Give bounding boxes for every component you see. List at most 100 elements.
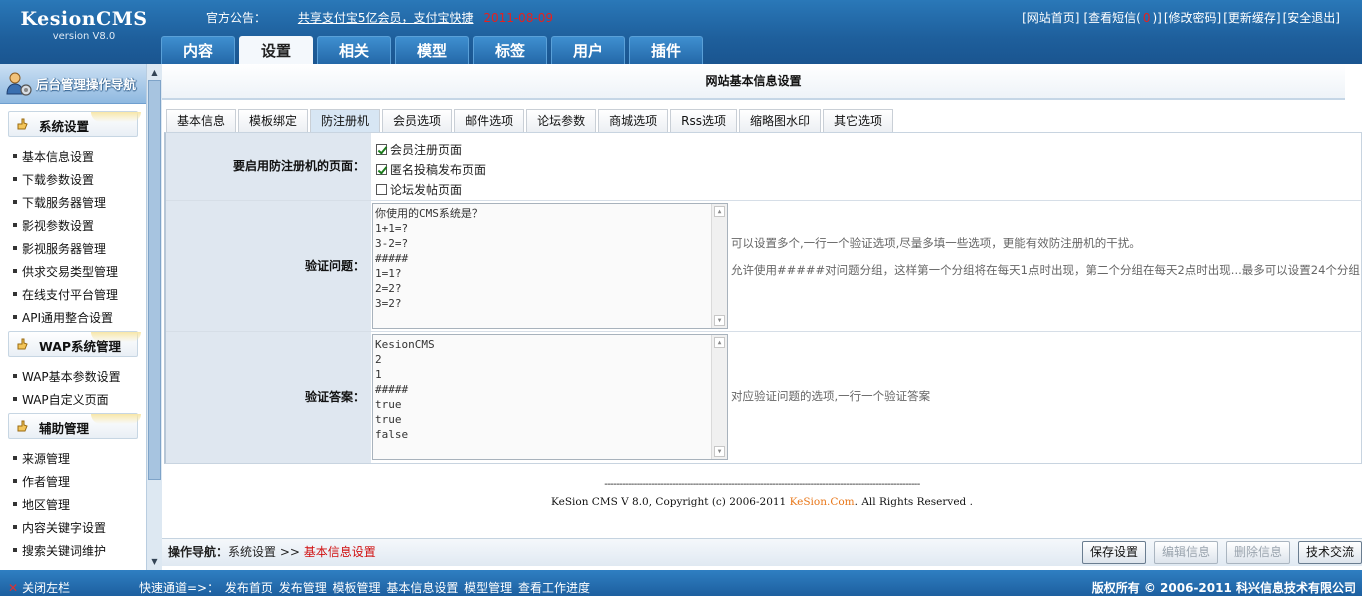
tab-users[interactable]: 用户 xyxy=(551,36,625,64)
checkbox-checked-icon[interactable] xyxy=(376,144,387,155)
subtab-member[interactable]: 会员选项 xyxy=(382,109,453,132)
hand-icon xyxy=(17,118,28,130)
tab-settings[interactable]: 设置 xyxy=(239,36,313,64)
scroll-down-icon[interactable]: ▼ xyxy=(714,315,725,326)
edit-button[interactable]: 编辑信息 xyxy=(1154,541,1219,564)
sidebar-section-aux[interactable]: 辅助管理 xyxy=(8,413,141,439)
subtab-mail[interactable]: 邮件选项 xyxy=(454,109,525,132)
enable-pages-label: 要启用防注册机的页面： xyxy=(166,133,371,200)
scroll-up-icon[interactable]: ▲ xyxy=(714,206,725,217)
answer-textarea[interactable]: KesionCMS 2 1 ##### true true false ▲ ▼ xyxy=(372,334,728,460)
breadcrumb-label: 操作导航： xyxy=(168,545,229,559)
question-desc: 可以设置多个,一行一个验证选项,尽量多填一些选项，更能有效防注册机的干扰。 允许使… xyxy=(731,235,1361,278)
scroll-up-icon[interactable]: ▲ xyxy=(714,337,725,348)
update-cache-link[interactable]: [更新缓存] xyxy=(1223,11,1280,25)
sidebar-item-video-servers[interactable]: 影视服务器管理 xyxy=(12,240,106,257)
close-sidebar-label: 关闭左栏 xyxy=(22,581,71,595)
notice-date: 2011-08-09 xyxy=(483,11,554,25)
sidebar-item-trade-types[interactable]: 供求交易类型管理 xyxy=(12,263,118,280)
question-label: 验证问题： xyxy=(166,201,371,331)
subtab-forum[interactable]: 论坛参数 xyxy=(526,109,597,132)
textarea-scrollbar[interactable]: ▲ ▼ xyxy=(711,204,727,328)
sidebar-title: 后台管理操作导航 xyxy=(36,77,137,92)
subtab-template[interactable]: 模板绑定 xyxy=(238,109,309,132)
quick-links[interactable]: 快速通道=>： 发布首页 发布管理 模板管理 基本信息设置 模型管理 查看工作进… xyxy=(139,579,590,596)
textarea-scrollbar[interactable]: ▲ ▼ xyxy=(711,335,727,459)
question-textarea[interactable]: 你使用的CMS系统是？ 1+1=? 3-2=? ##### 1=1? 2=2? … xyxy=(372,203,728,329)
sidebar-item-authors[interactable]: 作者管理 xyxy=(12,473,70,490)
users-gear-icon xyxy=(6,72,32,96)
copyright-divider: ----------------------------------------… xyxy=(604,478,920,490)
copyright-post: . All Rights Reserved . xyxy=(854,496,973,508)
sidebar-item-regions[interactable]: 地区管理 xyxy=(12,496,70,513)
page-title: 网站基本信息设置 xyxy=(162,64,1345,100)
subtab-watermark[interactable]: 缩略图水印 xyxy=(738,109,821,132)
form-row-answer: 验证答案： KesionCMS 2 1 ##### true true fals… xyxy=(166,332,1362,464)
footer-bar: ✕ 关闭左栏 快速通道=>： 发布首页 发布管理 模板管理 基本信息设置 模型管理… xyxy=(0,570,1362,596)
tab-content[interactable]: 内容 xyxy=(161,36,235,64)
support-button[interactable]: 技术交流 xyxy=(1298,541,1362,564)
tab-labels[interactable]: 标签 xyxy=(473,36,547,64)
sidebar-item-keywords[interactable]: 内容关键字设置 xyxy=(12,519,106,536)
delete-button[interactable]: 删除信息 xyxy=(1226,541,1291,564)
app-logo: KesionCMS version V8.0 xyxy=(14,8,154,42)
subtab-rss[interactable]: Rss选项 xyxy=(670,109,737,132)
sidebar-section-wap[interactable]: WAP系统管理 xyxy=(8,331,141,357)
sidebar-item-basic-info[interactable]: 基本信息设置 xyxy=(12,148,94,165)
copyright-pre: KeSion CMS V 8.0, Copyright (c) 2006-201… xyxy=(551,496,790,508)
view-sms-link[interactable]: [查看短信(0)] xyxy=(1081,11,1161,25)
checkbox-forum-post[interactable]: 论坛发帖页面 xyxy=(376,181,462,198)
sidebar-header: 后台管理操作导航 xyxy=(0,64,146,104)
notice-bar: 官方公告： 共享支付宝5亿会员，支付宝快捷 2011-08-09 xyxy=(206,9,553,26)
sidebar-item-search-keywords[interactable]: 搜索关键词维护 xyxy=(12,542,106,559)
sidebar-scrollbar[interactable]: ▲ ▼ xyxy=(146,64,162,570)
sub-tabs: 基本信息 模板绑定 防注册机 会员选项 邮件选项 论坛参数 商城选项 Rss选项 缩略图水印 其它… xyxy=(166,109,895,132)
section-title: 辅助管理 xyxy=(39,421,90,436)
checkbox-checked-icon[interactable] xyxy=(376,164,387,175)
sidebar-section-system[interactable]: 系统设置 xyxy=(8,111,141,137)
sidebar-item-sources[interactable]: 来源管理 xyxy=(12,450,70,467)
checkbox-anon-post[interactable]: 匿名投稿发布页面 xyxy=(376,161,486,178)
scroll-up-icon[interactable]: ▲ xyxy=(148,66,161,79)
sidebar-item-download-servers[interactable]: 下载服务器管理 xyxy=(12,194,106,211)
footer-copyright: 版权所有 © 2006-2011 科兴信息技术有限公司 xyxy=(1091,581,1356,595)
sidebar-item-wap-params[interactable]: WAP基本参数设置 xyxy=(13,368,121,385)
breadcrumb: 操作导航：系统设置 >> 基本信息设置 xyxy=(168,543,376,560)
sms-count: 0 xyxy=(1142,11,1151,25)
site-home-link[interactable]: [网站首页] xyxy=(1022,11,1079,25)
subtab-shop[interactable]: 商城选项 xyxy=(598,109,669,132)
question-text: 你使用的CMS系统是？ 1+1=? 3-2=? ##### 1=1? 2=2? … xyxy=(375,207,483,310)
section-title: 系统设置 xyxy=(39,119,90,134)
checkbox-member-register[interactable]: 会员注册页面 xyxy=(376,141,462,158)
logout-link[interactable]: [安全退出] xyxy=(1283,11,1340,25)
tab-related[interactable]: 相关 xyxy=(317,36,391,64)
scroll-down-icon[interactable]: ▼ xyxy=(148,555,161,568)
scroll-down-icon[interactable]: ▼ xyxy=(714,446,725,457)
sidebar-item-wap-pages[interactable]: WAP自定义页面 xyxy=(13,391,109,408)
notice-link[interactable]: 共享支付宝5亿会员，支付宝快捷 xyxy=(298,11,474,25)
tab-plugins[interactable]: 插件 xyxy=(629,36,703,64)
subtab-anti-register[interactable]: 防注册机 xyxy=(310,109,381,132)
form-row-question: 验证问题： 你使用的CMS系统是？ 1+1=? 3-2=? ##### 1=1?… xyxy=(166,201,1362,332)
sidebar-item-api[interactable]: API通用整合设置 xyxy=(13,309,113,326)
save-button[interactable]: 保存设置 xyxy=(1082,541,1147,564)
answer-label: 验证答案： xyxy=(166,332,371,463)
breadcrumb-section[interactable]: 系统设置 xyxy=(228,545,276,559)
close-sidebar-button[interactable]: ✕ 关闭左栏 xyxy=(8,579,70,596)
sidebar-item-video-params[interactable]: 影视参数设置 xyxy=(12,217,94,234)
checkbox-unchecked-icon[interactable] xyxy=(376,184,387,195)
subtab-other[interactable]: 其它选项 xyxy=(822,109,893,132)
hand-icon xyxy=(17,420,28,432)
sidebar-item-download-params[interactable]: 下载参数设置 xyxy=(12,171,94,188)
scrollbar-thumb[interactable] xyxy=(148,80,161,480)
copyright-brand-link[interactable]: KeSion.Com xyxy=(790,496,855,508)
view-sms-text: [查看短信( xyxy=(1083,11,1141,25)
question-desc-line2: 允许使用#####对问题分组，这样第一个分组将在每天1点时出现，第二个分组在每天… xyxy=(731,263,1360,277)
tab-model[interactable]: 模型 xyxy=(395,36,469,64)
change-password-link[interactable]: [修改密码] xyxy=(1164,11,1221,25)
notice-label: 官方公告： xyxy=(206,11,267,25)
sidebar-item-payment[interactable]: 在线支付平台管理 xyxy=(12,286,118,303)
form-row-enable: 要启用防注册机的页面： 会员注册页面 匿名投稿发布页面 论坛发帖页面 xyxy=(166,133,1362,201)
checkbox-label: 会员注册页面 xyxy=(390,143,463,157)
subtab-basic-info[interactable]: 基本信息 xyxy=(166,109,237,132)
